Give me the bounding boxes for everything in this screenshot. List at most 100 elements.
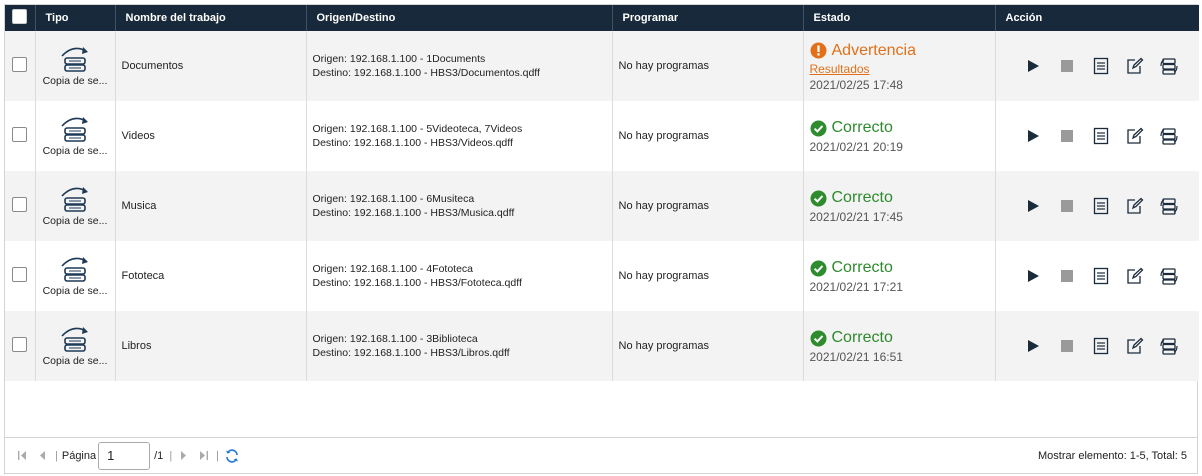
status-indicator: Correcto [810,118,995,138]
refresh-icon[interactable] [223,448,241,464]
pager-separator: | [55,449,58,462]
jobs-table: Tipo Nombre del trabajo Origen/Destino P… [5,5,1199,381]
play-button[interactable] [1016,59,1050,73]
status-date: 2021/02/21 16:51 [809,350,903,364]
play-button[interactable] [1016,269,1050,283]
edit-button[interactable] [1118,267,1152,285]
stop-icon [1060,340,1073,352]
log-button[interactable] [1084,337,1118,355]
restore-icon [1159,338,1178,355]
estado-cell: Correcto 2021/02/21 17:45 [803,171,996,241]
status-text: Correcto [831,189,893,206]
stop-button[interactable] [1050,59,1084,73]
row-select-cell [5,31,36,101]
restore-button[interactable] [1152,127,1186,145]
last-page-icon[interactable] [196,450,210,461]
select-all-checkbox[interactable] [12,9,28,24]
stop-button[interactable] [1050,129,1084,143]
restore-button[interactable] [1152,337,1186,355]
row-checkbox[interactable] [12,57,28,72]
restore-button[interactable] [1152,57,1186,75]
tipo-label: Copia de se... [42,145,108,157]
status-indicator: Correcto [810,258,995,278]
pager-separator: | [216,449,220,462]
backup-jobs-panel: Tipo Nombre del trabajo Origen/Destino P… [4,4,1199,474]
edit-button[interactable] [1118,337,1152,355]
edit-icon [1126,197,1143,214]
origen-text: Origen: 192.168.1.100 - 1Documents [312,53,486,65]
row-checkbox[interactable] [12,197,28,212]
stop-button[interactable] [1050,269,1084,283]
stop-icon [1060,200,1073,212]
check-circle-icon [810,260,826,276]
edit-button[interactable] [1118,57,1152,75]
nombre-cell: Documentos [115,31,307,101]
restore-button[interactable] [1152,267,1186,285]
col-programar[interactable]: Programar [612,5,804,31]
accion-cell [995,171,1199,241]
tipo-cell: Copia de se... [35,101,116,171]
origen-destino-cell: Origen: 192.168.1.100 - 4Fototeca Destino… [306,241,613,311]
row-actions [1002,197,1200,215]
nombre-cell: Videos [115,101,307,171]
status-text: Correcto [831,329,893,346]
row-actions [1002,57,1200,75]
restore-icon [1159,58,1178,75]
edit-button[interactable] [1118,197,1152,215]
log-icon [1093,337,1108,355]
log-button[interactable] [1084,267,1118,285]
play-button[interactable] [1016,199,1050,213]
play-button[interactable] [1016,129,1050,143]
first-page-icon[interactable] [15,450,29,461]
tipo-cell: Copia de se... [35,241,116,311]
table-row[interactable]: Copia de se... Videos Origen: 192.168.1.10… [5,101,1199,171]
next-page-icon[interactable] [176,450,190,461]
page-input[interactable] [98,441,151,470]
log-button[interactable] [1084,127,1118,145]
estado-cell: Correcto 2021/02/21 20:19 [803,101,996,171]
origen-destino-cell: Origen: 192.168.1.100 - 5Videoteca, 7Vid… [306,101,613,171]
pager-separator: | [169,449,173,462]
resultados-link[interactable]: Resultados [810,62,995,76]
accion-cell [995,241,1199,311]
status-text: Advertencia [831,41,917,59]
log-icon [1093,127,1108,145]
programar-cell: No hay programas [612,311,804,381]
stop-button[interactable] [1050,339,1084,353]
table-row[interactable]: Copia de se... Libros Origen: 192.168.1.10… [5,311,1199,381]
col-origen-destino[interactable]: Origen/Destino [306,5,613,31]
estado-cell: Correcto 2021/02/21 17:21 [803,241,996,311]
nombre-cell: Fototeca [115,241,307,311]
table-row[interactable]: Copia de se... Fototeca Origen: 192.168.1.… [5,241,1199,311]
col-tipo[interactable]: Tipo [35,5,116,31]
row-select-cell [5,171,36,241]
pagina-label: Página [61,449,97,462]
row-select-cell [5,311,36,381]
row-checkbox[interactable] [12,267,28,282]
restore-button[interactable] [1152,197,1186,215]
row-select-cell [5,241,36,311]
row-actions [1002,267,1200,285]
col-nombre[interactable]: Nombre del trabajo [115,5,307,31]
prev-page-icon[interactable] [35,450,49,461]
nombre-cell: Libros [115,311,307,381]
table-row[interactable]: Copia de se... Documentos Origen: 192.168.… [5,31,1199,101]
log-icon [1093,197,1108,215]
row-checkbox[interactable] [12,337,28,352]
stop-icon [1060,270,1073,282]
stop-button[interactable] [1050,199,1084,213]
destino-text: Destino: 192.168.1.100 - HBS3/Videos.qdf… [312,137,513,149]
row-checkbox[interactable] [12,127,28,142]
edit-icon [1126,337,1143,354]
programar-cell: No hay programas [612,241,804,311]
nombre-cell: Musica [115,171,307,241]
log-button[interactable] [1084,57,1118,75]
table-row[interactable]: Copia de se... Musica Origen: 192.168.1.10… [5,171,1199,241]
log-button[interactable] [1084,197,1118,215]
page-total: /1 [154,449,164,462]
stop-icon [1060,60,1073,72]
play-button[interactable] [1016,339,1050,353]
warning-circle-icon [810,42,826,59]
col-estado[interactable]: Estado [803,5,996,31]
edit-button[interactable] [1118,127,1152,145]
